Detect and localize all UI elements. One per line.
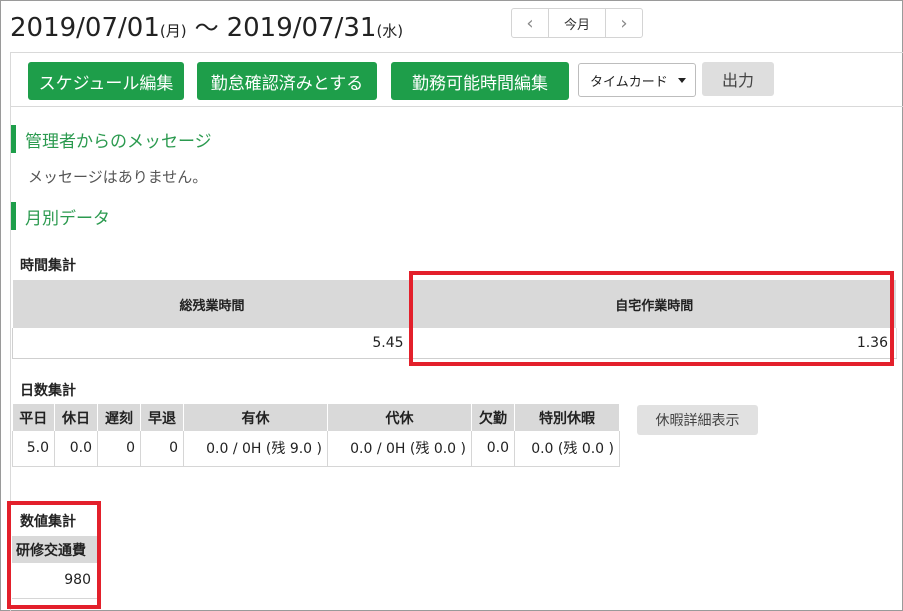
comp-leave-header: 代休 xyxy=(327,404,472,431)
end-date: 2019/07/31 xyxy=(226,13,377,43)
month-pager: ‹ 今月 › xyxy=(511,8,643,38)
paid-leave-header: 有休 xyxy=(183,404,328,431)
weekday-header: 平日 xyxy=(12,404,55,431)
overtime-total-header: 総残業時間 xyxy=(12,280,413,328)
next-month-button[interactable]: › xyxy=(606,9,642,37)
days-summary-table: 平日 休日 遅刻 早退 有休 代休 欠勤 特別休暇 5.0 0.0 0 0 0.… xyxy=(12,404,620,467)
chevron-right-icon: › xyxy=(620,12,628,34)
absence-header: 欠勤 xyxy=(471,404,515,431)
overtime-total-value: 5.45 xyxy=(12,328,413,359)
home-work-hours-header: 自宅作業時間 xyxy=(412,280,898,328)
special-leave-header: 特別休暇 xyxy=(514,404,620,431)
range-separator: 〜 xyxy=(194,14,219,42)
output-type-select[interactable]: タイムカード xyxy=(578,63,696,97)
absence-value: 0.0 xyxy=(471,431,515,467)
this-month-button[interactable]: 今月 xyxy=(548,9,606,37)
caret-down-icon xyxy=(678,78,686,83)
end-day: (水) xyxy=(376,22,404,40)
schedule-edit-button[interactable]: スケジュール編集 xyxy=(28,62,184,100)
home-work-hours-value: 1.36 xyxy=(412,328,898,359)
special-leave-value: 0.0 (残 0.0 ) xyxy=(514,431,620,467)
paid-leave-value: 0.0 / 0H (残 9.0 ) xyxy=(183,431,328,467)
days-summary-title: 日数集計 xyxy=(20,383,76,399)
holiday-value: 0.0 xyxy=(54,431,98,467)
holiday-header: 休日 xyxy=(54,404,98,431)
hours-summary-table: 総残業時間 自宅作業時間 5.45 1.36 xyxy=(12,280,898,359)
date-range: 2019/07/01(月) 〜 2019/07/31(水) xyxy=(10,8,403,43)
output-type-value: タイムカード xyxy=(590,74,668,90)
start-date: 2019/07/01 xyxy=(10,13,160,43)
comp-leave-value: 0.0 / 0H (残 0.0 ) xyxy=(327,431,472,467)
prev-month-button[interactable]: ‹ xyxy=(512,9,548,37)
available-hours-edit-button[interactable]: 勤務可能時間編集 xyxy=(391,62,569,100)
monthly-data-heading: 月別データ xyxy=(11,202,110,230)
main-panel: スケジュール編集 勤怠確認済みとする 勤務可能時間編集 タイムカード 出力 管理… xyxy=(10,52,903,611)
training-transport-value: 980 xyxy=(12,563,97,599)
numeric-summary-table: 研修交通費 980 xyxy=(12,536,97,599)
start-day: (月) xyxy=(159,22,187,40)
late-header: 遅刻 xyxy=(97,404,141,431)
weekday-value: 5.0 xyxy=(12,431,55,467)
early-leave-value: 0 xyxy=(140,431,184,467)
admin-message-heading: 管理者からのメッセージ xyxy=(11,125,212,153)
chevron-left-icon: ‹ xyxy=(526,12,534,34)
early-leave-header: 早退 xyxy=(140,404,184,431)
leave-detail-button[interactable]: 休暇詳細表示 xyxy=(637,405,758,435)
confirm-attendance-button[interactable]: 勤怠確認済みとする xyxy=(197,62,377,100)
late-value: 0 xyxy=(97,431,141,467)
hours-summary-title: 時間集計 xyxy=(20,258,76,274)
admin-message-body: メッセージはありません。 xyxy=(28,168,208,186)
training-transport-header: 研修交通費 xyxy=(12,536,97,563)
output-button[interactable]: 出力 xyxy=(702,62,774,96)
numeric-summary-title: 数値集計 xyxy=(20,514,76,530)
toolbar: スケジュール編集 勤怠確認済みとする 勤務可能時間編集 タイムカード 出力 xyxy=(11,53,903,107)
